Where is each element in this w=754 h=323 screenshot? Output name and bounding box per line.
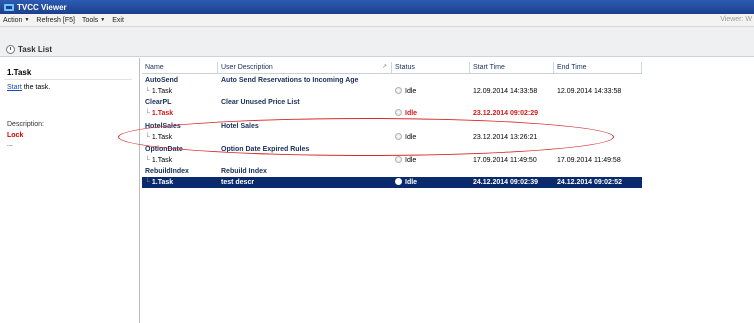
task-detail-panel: 1.Task Start the task. Description: Lock… bbox=[0, 58, 140, 323]
group-name: RebuildIndex bbox=[145, 168, 189, 175]
task-status-label: Idle bbox=[405, 88, 417, 95]
task-status: Idle bbox=[395, 155, 416, 166]
viewer-label: Viewer: W bbox=[720, 16, 752, 23]
header-divider bbox=[142, 73, 642, 74]
menu-refresh[interactable]: Refresh [F5] bbox=[36, 17, 75, 24]
task-name: 1.Task bbox=[151, 157, 173, 164]
group-description: Option Date Expired Rules bbox=[221, 146, 310, 153]
task-name: 1.Task bbox=[151, 88, 173, 95]
group-name: HotelSales bbox=[145, 123, 181, 130]
header-strip bbox=[0, 27, 754, 57]
column-header-start-time[interactable]: Start Time bbox=[470, 62, 554, 73]
chevron-down-icon: ▼ bbox=[24, 17, 30, 23]
start-task-link[interactable]: Start bbox=[7, 84, 22, 91]
task-status: Idle bbox=[395, 108, 417, 119]
tree-branch-icon: └ bbox=[145, 134, 152, 141]
menu-bar: Action ▼ Refresh [F5] Tools ▼ Exit bbox=[0, 14, 754, 27]
task-name-cell: └ 1.Task bbox=[145, 155, 172, 166]
task-group-row[interactable]: HotelSales Hotel Sales bbox=[142, 121, 642, 132]
start-task-text: the task. bbox=[21, 84, 51, 91]
task-status-label: Idle bbox=[405, 134, 417, 141]
task-status-label: Idle bbox=[405, 110, 418, 117]
task-start-time: 24.12.2014 09:02:39 bbox=[473, 179, 538, 186]
task-status-label: Idle bbox=[405, 179, 418, 186]
column-header-name[interactable]: Name bbox=[142, 62, 218, 73]
start-task-line: Start the task. bbox=[7, 84, 50, 91]
tree-branch-icon: └ bbox=[145, 88, 152, 95]
task-row[interactable]: └ 1.Task Idle 23.12.2014 09:02:29 bbox=[142, 108, 642, 119]
task-name: 1.Task bbox=[151, 179, 174, 186]
task-row[interactable]: └ 1.Task Idle 12.09.2014 14:33:58 12.09.201… bbox=[142, 86, 642, 97]
task-group-row[interactable]: OptionDate Option Date Expired Rules bbox=[142, 144, 642, 155]
status-idle-icon bbox=[395, 178, 402, 185]
menu-action-label: Action bbox=[3, 16, 23, 24]
task-status: Idle bbox=[395, 177, 417, 188]
task-status: Idle bbox=[395, 86, 416, 97]
chevron-down-icon: ▼ bbox=[100, 17, 106, 23]
group-name: AutoSend bbox=[145, 77, 179, 84]
group-description: Auto Send Reservations to Incoming Age bbox=[221, 77, 359, 84]
task-start-time: 23.12.2014 13:26:21 bbox=[473, 134, 538, 141]
tree-branch-icon: └ bbox=[145, 157, 152, 164]
task-name-cell: └ 1.Task bbox=[145, 177, 173, 188]
window-title: TVCC Viewer bbox=[17, 2, 67, 12]
group-description: Clear Unused Price List bbox=[221, 99, 300, 106]
status-idle-icon bbox=[395, 133, 402, 140]
task-start-time: 23.12.2014 09:02:29 bbox=[473, 110, 538, 117]
section-title-label: Task List bbox=[18, 45, 53, 54]
status-idle-icon bbox=[395, 87, 402, 94]
column-header-user-description-label: User Description bbox=[221, 64, 273, 71]
menu-refresh-label: Refresh [F5] bbox=[36, 16, 75, 24]
task-status-label: Idle bbox=[405, 157, 417, 164]
sort-icon: ↗ bbox=[381, 64, 387, 70]
column-header-end-time[interactable]: End Time bbox=[554, 62, 642, 73]
task-end-time: 24.12.2014 09:02:52 bbox=[557, 179, 622, 186]
group-name: ClearPL bbox=[145, 99, 172, 106]
task-group-row[interactable]: AutoSend Auto Send Reservations to Incomi… bbox=[142, 75, 642, 86]
status-idle-icon bbox=[395, 156, 402, 163]
clock-icon bbox=[6, 45, 15, 54]
menu-tools[interactable]: Tools ▼ bbox=[82, 17, 105, 24]
task-name: 1.Task bbox=[151, 110, 174, 117]
description-value: ... bbox=[7, 141, 13, 148]
task-start-time: 17.09.2014 11:49:50 bbox=[473, 157, 537, 164]
task-row[interactable]: └ 1.Task Idle 17.09.2014 11:49:50 17.09.201… bbox=[142, 155, 642, 166]
window-titlebar: TVCC Viewer bbox=[0, 0, 754, 14]
task-name-cell: └ 1.Task bbox=[145, 108, 173, 119]
tree-branch-icon: └ bbox=[145, 179, 152, 186]
description-label: Description: bbox=[7, 121, 44, 128]
task-end-time: 17.09.2014 11:49:58 bbox=[557, 157, 621, 164]
status-idle-icon bbox=[395, 109, 402, 116]
task-start-time: 12.09.2014 14:33:58 bbox=[473, 88, 538, 95]
column-header-user-description[interactable]: User Description ↗ bbox=[218, 62, 392, 73]
group-description: Hotel Sales bbox=[221, 123, 259, 130]
task-name-cell: └ 1.Task bbox=[145, 86, 172, 97]
section-title: Task List bbox=[6, 45, 52, 54]
lock-link[interactable]: Lock bbox=[7, 132, 23, 139]
task-name: 1.Task bbox=[151, 134, 173, 141]
column-header-status[interactable]: Status bbox=[392, 62, 470, 73]
divider bbox=[4, 79, 132, 80]
group-description: Rebuild Index bbox=[221, 168, 267, 175]
app-icon bbox=[4, 3, 14, 11]
task-detail-title: 1.Task bbox=[7, 68, 32, 77]
task-group-row[interactable]: ClearPL Clear Unused Price List bbox=[142, 97, 642, 108]
menu-tools-label: Tools bbox=[81, 16, 99, 24]
menu-action[interactable]: Action ▼ bbox=[3, 17, 29, 24]
task-group-row[interactable]: RebuildIndex Rebuild Index bbox=[142, 166, 642, 177]
task-description: test descr bbox=[221, 179, 255, 186]
task-end-time: 12.09.2014 14:33:58 bbox=[557, 88, 622, 95]
task-grid: Name User Description ↗ Status Start Tim… bbox=[142, 58, 754, 323]
menu-exit-label: Exit bbox=[112, 16, 124, 24]
group-name: OptionDate bbox=[145, 146, 183, 153]
tree-branch-icon: └ bbox=[145, 110, 152, 117]
task-row[interactable]: └ 1.Task Idle 23.12.2014 13:26:21 bbox=[142, 132, 642, 143]
menu-exit[interactable]: Exit bbox=[112, 17, 124, 24]
task-row[interactable]: └ 1.Task test descr Idle 24.12.2014 09:02:3… bbox=[142, 177, 642, 188]
task-status: Idle bbox=[395, 132, 416, 143]
task-name-cell: └ 1.Task bbox=[145, 132, 172, 143]
